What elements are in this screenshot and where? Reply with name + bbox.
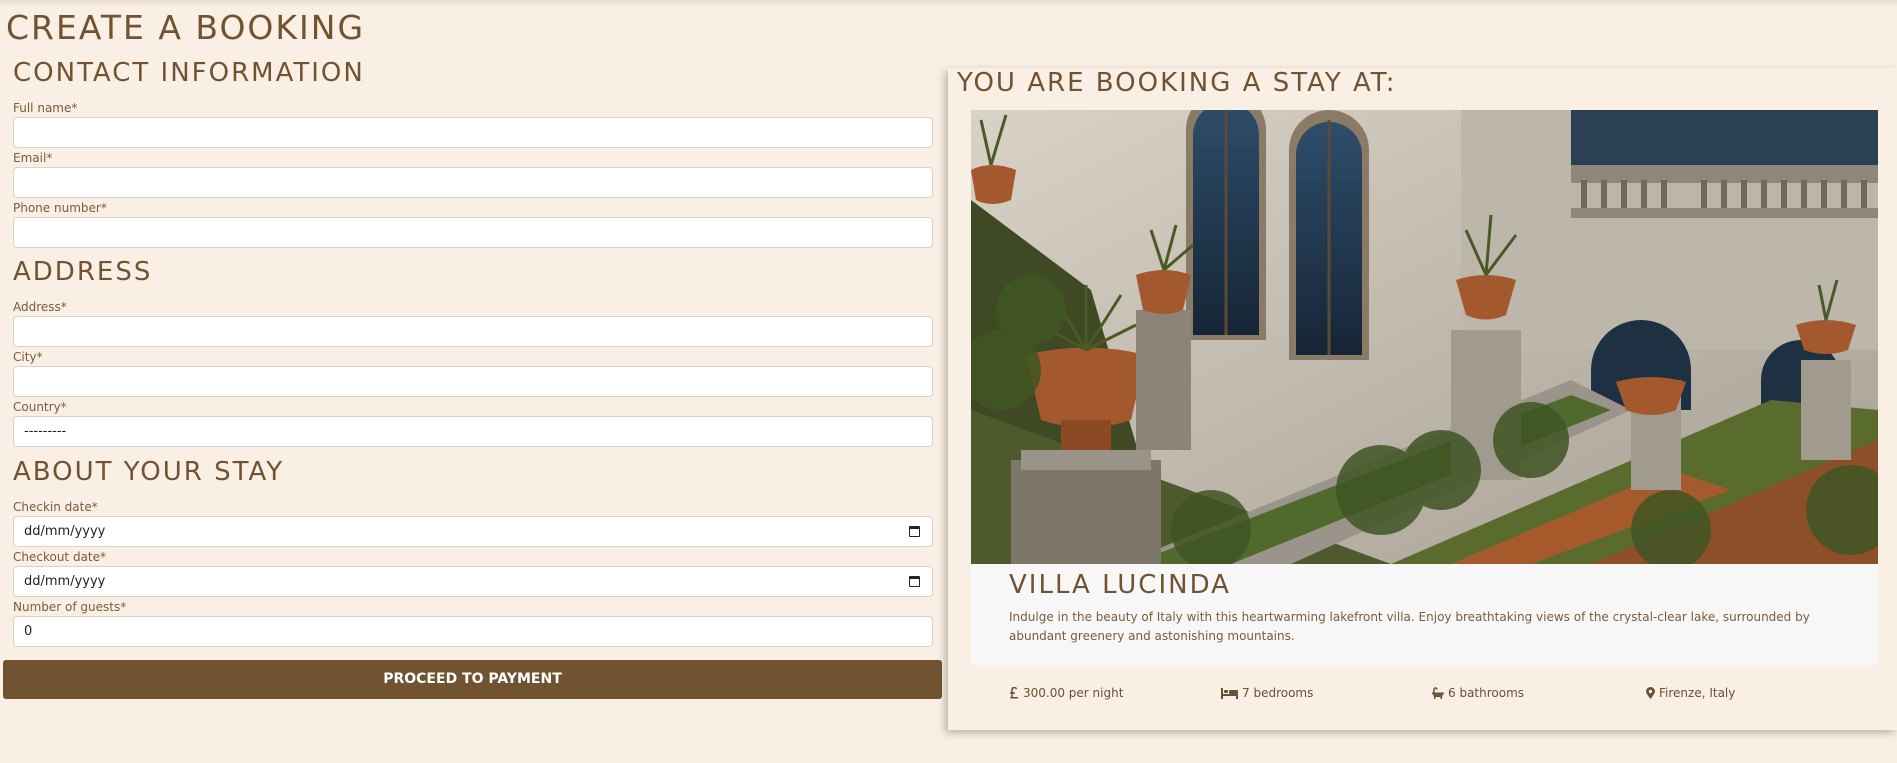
- city-label: City*: [13, 350, 43, 364]
- bathrooms-stat: 6 bathrooms: [1432, 686, 1524, 700]
- bath-icon: [1432, 687, 1444, 699]
- calendar-icon[interactable]: [909, 576, 920, 587]
- checkin-label: Checkin date*: [13, 500, 98, 514]
- address-input[interactable]: [13, 316, 933, 347]
- country-select[interactable]: ---------: [13, 416, 933, 447]
- stay-section-title: ABOUT YOUR STAY: [13, 457, 285, 487]
- villa-photo-illustration: [971, 110, 1878, 564]
- city-input[interactable]: [13, 366, 933, 397]
- address-section-title: ADDRESS: [13, 257, 153, 287]
- bathrooms-text: 6 bathrooms: [1448, 686, 1525, 700]
- contact-section-title: CONTACT INFORMATION: [13, 58, 365, 88]
- villa-photo: [971, 110, 1878, 564]
- price-stat: 300.00 per night: [1009, 686, 1123, 700]
- card-title: YOU ARE BOOKING A STAY AT:: [957, 68, 1397, 98]
- proceed-to-payment-button[interactable]: PROCEED TO PAYMENT: [3, 660, 942, 699]
- location-stat: Firenze, Italy: [1646, 686, 1735, 700]
- calendar-icon[interactable]: [909, 526, 920, 537]
- address-label: Address*: [13, 300, 67, 314]
- bed-icon: [1221, 687, 1238, 699]
- email-label: Email*: [13, 151, 53, 165]
- villa-description: Indulge in the beauty of Italy with this…: [1009, 610, 1810, 643]
- guests-label: Number of guests*: [13, 600, 127, 614]
- checkin-date-input[interactable]: dd/mm/yyyy: [13, 516, 933, 547]
- phone-label: Phone number*: [13, 201, 107, 215]
- country-label: Country*: [13, 400, 67, 414]
- guests-input[interactable]: 0: [13, 616, 933, 647]
- checkout-label: Checkout date*: [13, 550, 107, 564]
- bedrooms-text: 7 bedrooms: [1242, 686, 1314, 700]
- checkout-date-value: dd/mm/yyyy: [24, 574, 106, 589]
- bedrooms-stat: 7 bedrooms: [1221, 686, 1313, 700]
- page-title: CREATE A BOOKING: [6, 8, 366, 47]
- map-pin-icon: [1646, 687, 1655, 699]
- booking-form: CREATE A BOOKING CONTACT INFORMATION Ful…: [0, 0, 945, 763]
- villa-name: VILLA LUCINDA: [1009, 570, 1231, 600]
- location-text: Firenze, Italy: [1659, 686, 1736, 700]
- checkin-date-value: dd/mm/yyyy: [24, 524, 106, 539]
- checkout-date-input[interactable]: dd/mm/yyyy: [13, 566, 933, 597]
- phone-input[interactable]: [13, 217, 933, 248]
- villa-info: VILLA LUCINDA Indulge in the beauty of I…: [971, 564, 1878, 665]
- full-name-label: Full name*: [13, 101, 78, 115]
- listing-card: YOU ARE BOOKING A STAY AT: VILLA LUCINDA…: [948, 68, 1897, 730]
- email-input[interactable]: [13, 167, 933, 198]
- price-text: 300.00 per night: [1023, 686, 1124, 700]
- pound-icon: [1010, 687, 1018, 699]
- full-name-input[interactable]: [13, 117, 933, 148]
